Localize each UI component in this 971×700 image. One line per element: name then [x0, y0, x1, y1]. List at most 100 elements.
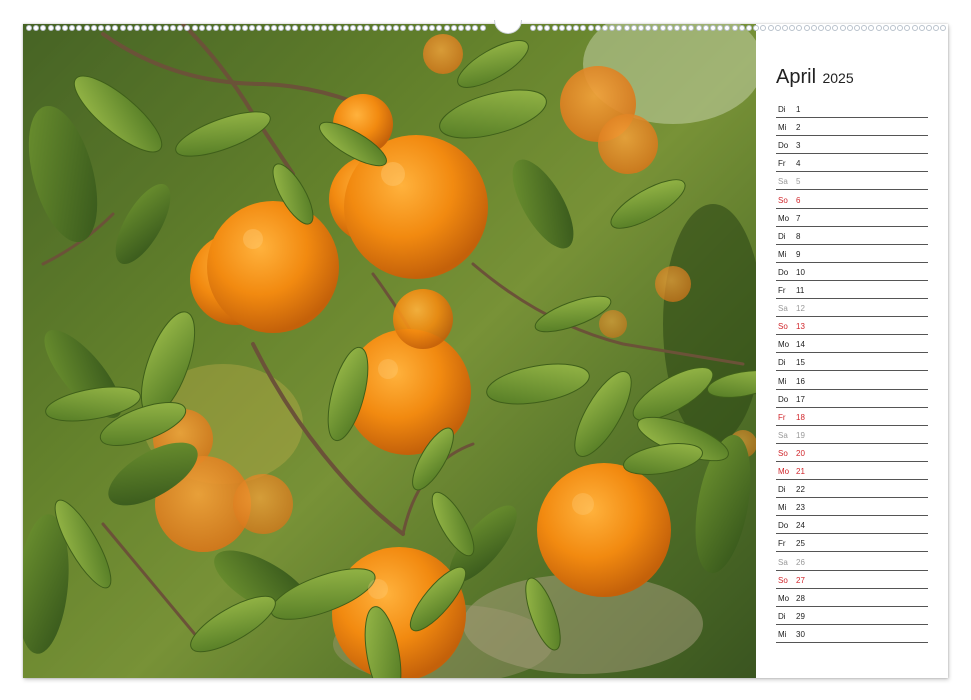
day-row: Do 24 [776, 516, 928, 535]
binding-hole [458, 25, 464, 31]
day-row: Mo 7 [776, 209, 928, 227]
binding-hole [119, 25, 126, 31]
binding-hole [422, 25, 428, 31]
binding-hole [306, 25, 313, 31]
month-year: 2025 [822, 70, 854, 86]
binding-hole [688, 25, 695, 31]
binding-hole [371, 25, 378, 31]
binding-hole [177, 25, 184, 31]
weekday-label: Fr [778, 539, 786, 549]
day-number: 6 [796, 195, 801, 205]
binding-hole [54, 25, 61, 31]
binding-hole [746, 25, 752, 31]
binding-hole [724, 25, 731, 31]
binding-hole [112, 25, 119, 31]
binding-hole [33, 25, 40, 31]
weekday-label: So [778, 322, 788, 332]
day-number: 14 [796, 340, 805, 350]
binding-hole [227, 25, 234, 31]
day-number: 12 [796, 304, 805, 314]
binding-hole [530, 25, 536, 31]
binding-hole [551, 25, 558, 31]
weekday-label: Fr [778, 159, 786, 169]
binding-hole [378, 25, 385, 31]
binding-hole [256, 25, 263, 31]
binding-hole [170, 25, 176, 31]
weekday-label: Di [778, 611, 786, 621]
binding-hole [904, 25, 911, 31]
day-number: 1 [796, 105, 801, 114]
binding-hole [868, 25, 875, 31]
binding-hole [249, 25, 256, 31]
day-number: 21 [796, 467, 805, 476]
binding-hole [580, 25, 587, 31]
binding-hole [875, 25, 882, 31]
binding-hole [918, 25, 925, 31]
day-row: Mo 28 [776, 589, 928, 607]
binding-hole [364, 25, 371, 31]
weekday-label: Do [778, 267, 789, 277]
day-row: Mi 23 [776, 498, 928, 517]
binding-hole [645, 25, 652, 31]
day-number: 19 [796, 430, 805, 440]
binding-hole [342, 25, 349, 31]
binding-hole [26, 25, 32, 31]
binding-hole [285, 25, 292, 31]
binding-hole [638, 25, 644, 31]
day-row: Di 29 [776, 607, 928, 625]
binding-hole [184, 25, 191, 31]
day-row: Di 22 [776, 480, 928, 499]
weekday-label: Sa [778, 557, 788, 567]
binding-hole [731, 25, 738, 31]
day-row: Mo 21 [776, 462, 928, 480]
binding-hole [825, 25, 832, 31]
binding-hole [148, 25, 155, 31]
weekday-label: Fr [778, 412, 786, 422]
binding-hole [407, 25, 414, 31]
day-row: Di 8 [776, 227, 928, 245]
binding-hole [386, 25, 392, 31]
binding-hole [314, 25, 320, 31]
binding-hole [155, 25, 162, 31]
binding-hole [630, 25, 637, 31]
binding-hole [789, 25, 796, 31]
binding-hole [450, 25, 457, 31]
day-row: So 6 [776, 191, 928, 209]
day-number: 20 [796, 448, 805, 458]
calendar-page: April 2025 Di 1 Mi 2 Do 3 Fr 4 Sa 5 So 6 Mo 7 Di 8 Mi 9 Do… [23, 24, 948, 678]
weekday-label: Do [778, 521, 789, 531]
binding-hole [414, 25, 421, 31]
binding-hole [213, 25, 220, 31]
binding-hole [350, 25, 356, 31]
day-row: Do 10 [776, 263, 928, 281]
day-row: Sa 5 [776, 172, 928, 191]
binding-hole [357, 25, 364, 31]
binding-hole [429, 25, 436, 31]
binding-hole [76, 25, 83, 31]
day-row: Sa 26 [776, 553, 928, 571]
binding-hole [753, 25, 760, 31]
binding-hole [695, 25, 702, 31]
day-number: 30 [796, 629, 805, 639]
weekday-label: Fr [778, 286, 786, 295]
binding-hole [767, 25, 774, 31]
day-number: 24 [796, 521, 805, 531]
weekday-label: Sa [778, 430, 788, 440]
day-number: 18 [796, 412, 805, 422]
binding-hole [83, 25, 90, 31]
day-number: 7 [796, 213, 801, 223]
calendar-panel: April 2025 Di 1 Mi 2 Do 3 Fr 4 Sa 5 So 6 Mo 7 Di 8 Mi 9 Do… [756, 24, 948, 678]
weekday-label: Mo [778, 593, 790, 603]
day-row: Mi 9 [776, 245, 928, 263]
binding-hole [40, 25, 47, 31]
weekday-label: Sa [778, 304, 788, 314]
weekday-label: Di [778, 231, 786, 241]
day-row: Do 3 [776, 136, 928, 155]
month-title: April 2025 [776, 66, 854, 89]
day-number: 25 [796, 539, 805, 549]
weekday-label: So [778, 195, 788, 205]
day-row: Di 15 [776, 353, 928, 372]
binding-hole [242, 25, 248, 31]
binding-hole [940, 25, 947, 31]
day-number: 15 [796, 358, 805, 368]
